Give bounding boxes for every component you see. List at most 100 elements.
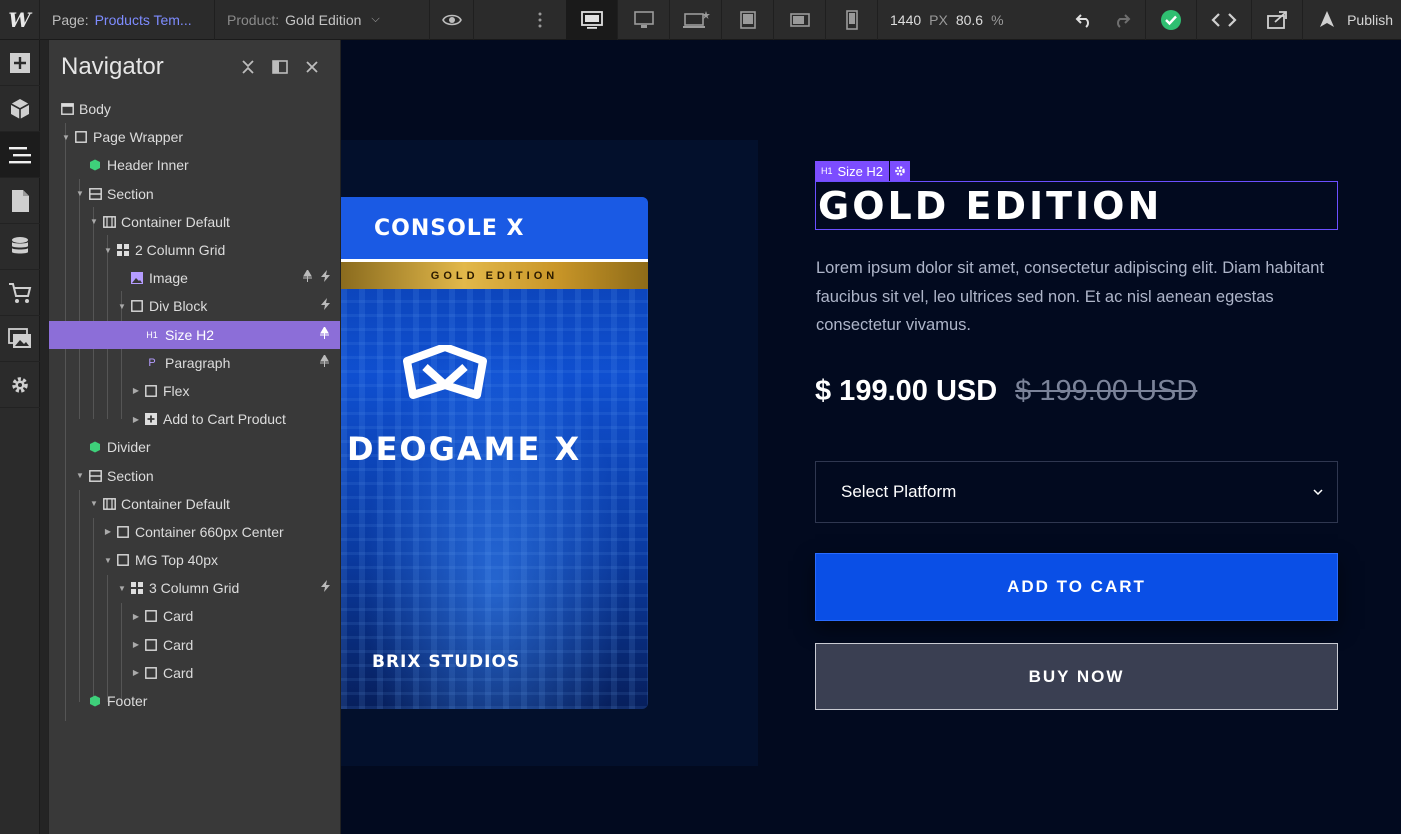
caret-down-icon[interactable]: ▼ (75, 189, 85, 198)
canvas-zoom-unit: % (991, 11, 1004, 28)
caret-down-icon[interactable]: ▼ (75, 471, 85, 480)
nav-item-footer[interactable]: Footer (49, 687, 340, 715)
more-options-button[interactable] (474, 0, 566, 40)
nav-item-paragraph[interactable]: P Paragraph (49, 349, 340, 377)
page-selector[interactable]: Page: Products Tem... (40, 0, 215, 40)
nav-item-label: Paragraph (165, 354, 231, 371)
plus-square-icon (10, 52, 30, 73)
caret-right-icon[interactable]: ▶ (131, 612, 141, 621)
preview-eye-button[interactable] (430, 0, 474, 40)
dock-panel-button[interactable] (264, 60, 296, 74)
caret-down-icon[interactable]: ▼ (103, 246, 113, 255)
design-canvas[interactable]: CONSOLE X GOLD EDITION DEOGAME X BRIX ST… (341, 40, 1401, 834)
section-icon (88, 469, 102, 483)
nav-item-image[interactable]: Image (49, 264, 340, 292)
element-settings-button[interactable] (890, 161, 911, 181)
interaction-bolt-icon[interactable] (321, 298, 330, 311)
nav-item-label: Card (163, 664, 194, 681)
ecommerce-button[interactable] (0, 270, 40, 316)
nav-item-section[interactable]: ▼ Section (49, 180, 340, 208)
selected-element-tag[interactable]: H1 Size H2 (815, 161, 911, 181)
nav-item-divider[interactable]: Divider (49, 433, 340, 461)
nav-item-card[interactable]: ▶ Card (49, 631, 340, 659)
publish-button[interactable]: Publish (1302, 0, 1401, 40)
breakpoint-tablet-button[interactable] (722, 0, 774, 40)
breakpoint-mobile-landscape-button[interactable] (774, 0, 826, 40)
pages-button[interactable] (0, 178, 40, 224)
breakpoint-desktop-1280-button[interactable] (618, 0, 670, 40)
nav-item-2-column-grid[interactable]: ▼ 2 Column Grid (49, 236, 340, 264)
caret-down-icon[interactable]: ▼ (89, 499, 99, 508)
nav-item-page-wrapper[interactable]: ▼ Page Wrapper (49, 123, 340, 151)
navigator-tree: Body ▼ Page Wrapper Header Inner ▼ Secti… (49, 95, 340, 721)
caret-right-icon[interactable]: ▶ (131, 668, 141, 677)
nav-item-container-default-2[interactable]: ▼ Container Default (49, 490, 340, 518)
caret-down-icon[interactable]: ▼ (117, 302, 127, 311)
desktop-icon (580, 10, 603, 29)
product-box-art-image[interactable]: CONSOLE X GOLD EDITION DEOGAME X BRIX ST… (341, 197, 648, 709)
caret-right-icon[interactable]: ▶ (131, 386, 141, 395)
assets-button[interactable] (0, 316, 40, 362)
pin-icon[interactable] (319, 326, 330, 339)
add-to-cart-button[interactable]: ADD TO CART (815, 553, 1338, 621)
nav-item-label: Section (107, 185, 154, 202)
webflow-logo-icon[interactable]: W (0, 0, 40, 40)
caret-down-icon[interactable]: ▼ (61, 133, 71, 142)
container-icon (102, 497, 116, 511)
pin-icon[interactable] (319, 354, 330, 367)
nav-item-mg-top-40px[interactable]: ▼ MG Top 40px (49, 546, 340, 574)
nav-item-container-default[interactable]: ▼ Container Default (49, 208, 340, 236)
add-elements-button[interactable] (0, 40, 40, 86)
close-navigator-button[interactable] (296, 60, 328, 74)
caret-down-icon[interactable]: ▼ (103, 556, 113, 565)
container-icon (102, 215, 116, 229)
interaction-bolt-icon[interactable] (321, 270, 330, 283)
share-button[interactable] (1251, 0, 1302, 40)
selected-heading-outline[interactable]: GOLD EDITION (815, 181, 1338, 230)
code-export-button[interactable] (1196, 0, 1251, 40)
div-block-icon (144, 666, 158, 680)
caret-right-icon[interactable]: ▶ (103, 527, 113, 536)
canvas-size-readout[interactable]: 1440 PX 80.6 % (878, 0, 1016, 40)
nav-item-add-to-cart-product[interactable]: ▶ Add to Cart Product (49, 405, 340, 433)
sync-status-button[interactable] (1145, 0, 1196, 40)
breakpoint-desktop-base-button[interactable] (566, 0, 618, 40)
nav-item-section-2[interactable]: ▼ Section (49, 461, 340, 489)
undo-button[interactable] (1065, 0, 1103, 40)
div-block-icon (144, 384, 158, 398)
platform-select[interactable]: Select Platform (815, 461, 1338, 523)
nav-item-3-column-grid[interactable]: ▼ 3 Column Grid (49, 574, 340, 602)
nav-item-div-block[interactable]: ▼ Div Block (49, 292, 340, 320)
pin-icon[interactable] (302, 270, 313, 283)
navigator-button[interactable] (0, 132, 40, 178)
product-selector[interactable]: Product: Gold Edition ⌵ (215, 0, 430, 40)
nav-item-header-inner[interactable]: Header Inner (49, 151, 340, 179)
div-block-icon (74, 130, 88, 144)
settings-button[interactable] (0, 362, 40, 408)
close-icon (306, 61, 318, 73)
caret-down-icon[interactable]: ▼ (89, 217, 99, 226)
interaction-bolt-icon[interactable] (321, 580, 330, 593)
nav-item-size-h2[interactable]: H1 Size H2 (49, 320, 340, 349)
symbols-button[interactable] (0, 86, 40, 132)
nav-item-card[interactable]: ▶ Card (49, 659, 340, 687)
cms-button[interactable] (0, 224, 40, 270)
gear-icon (12, 376, 28, 393)
caret-right-icon[interactable]: ▶ (131, 415, 141, 424)
redo-button[interactable] (1103, 0, 1145, 40)
product-selector-value: Gold Edition (285, 11, 362, 28)
nav-item-card[interactable]: ▶ Card (49, 602, 340, 630)
caret-down-icon[interactable]: ▼ (117, 584, 127, 593)
nav-item-body[interactable]: Body (49, 95, 340, 123)
nav-item-container-660px-center[interactable]: ▶ Container 660px Center (49, 518, 340, 546)
element-tag-label: H1 Size H2 (815, 161, 890, 181)
buy-now-button[interactable]: BUY NOW (815, 643, 1338, 710)
caret-right-icon[interactable]: ▶ (131, 640, 141, 649)
collapse-all-button[interactable] (232, 59, 264, 75)
product-title: GOLD EDITION (818, 183, 1163, 228)
product-description: Lorem ipsum dolor sit amet, consectetur … (816, 259, 1325, 334)
nav-item-label: 3 Column Grid (149, 580, 240, 597)
nav-item-flex[interactable]: ▶ Flex (49, 377, 340, 405)
breakpoint-desktop-1920-button[interactable] (670, 0, 722, 40)
breakpoint-mobile-portrait-button[interactable] (826, 0, 878, 40)
